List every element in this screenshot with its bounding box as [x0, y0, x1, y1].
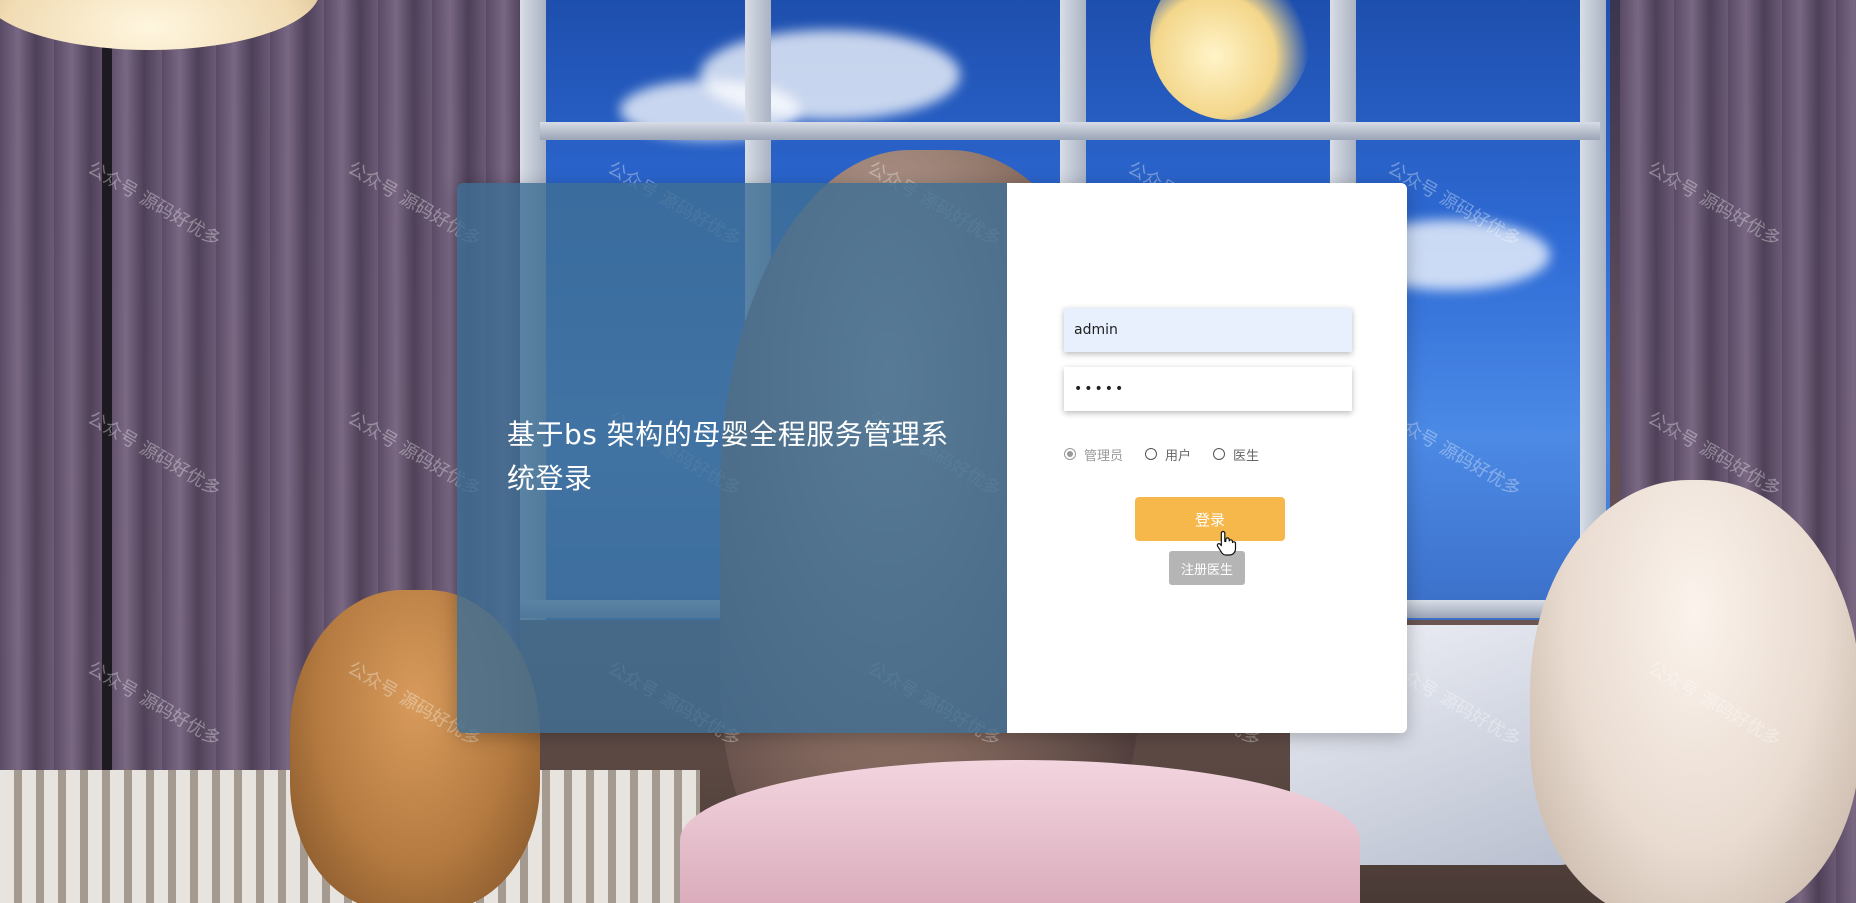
role-label: 用户	[1165, 448, 1192, 464]
login-button[interactable]: 登录	[1135, 497, 1285, 541]
radio-icon[interactable]	[1145, 448, 1158, 460]
login-card: 基于bs 架构的母婴全程服务管理系统登录 管理员 用户 医生 登录 注册医生	[457, 183, 1407, 733]
role-option-admin[interactable]: 管理员	[1064, 445, 1123, 464]
radio-checked-icon[interactable]	[1064, 448, 1076, 460]
role-radio-group: 管理员 用户 医生	[1064, 439, 1281, 469]
role-label: 管理员	[1084, 448, 1124, 464]
register-doctor-button[interactable]: 注册医生	[1169, 551, 1245, 585]
role-label: 医生	[1233, 448, 1260, 464]
teddy-bear-right	[1530, 480, 1856, 903]
window-frame	[540, 122, 1600, 140]
login-form: 管理员 用户 医生 登录 注册医生	[1007, 183, 1407, 733]
password-input[interactable]	[1064, 367, 1352, 411]
username-input[interactable]	[1064, 308, 1352, 352]
system-title: 基于bs 架构的母婴全程服务管理系统登录	[507, 418, 949, 495]
radio-icon[interactable]	[1213, 448, 1226, 460]
role-option-doctor[interactable]: 医生	[1213, 445, 1259, 464]
login-title-panel: 基于bs 架构的母婴全程服务管理系统登录	[457, 183, 1007, 733]
role-option-user[interactable]: 用户	[1145, 445, 1191, 464]
lamp-pole	[102, 0, 112, 903]
